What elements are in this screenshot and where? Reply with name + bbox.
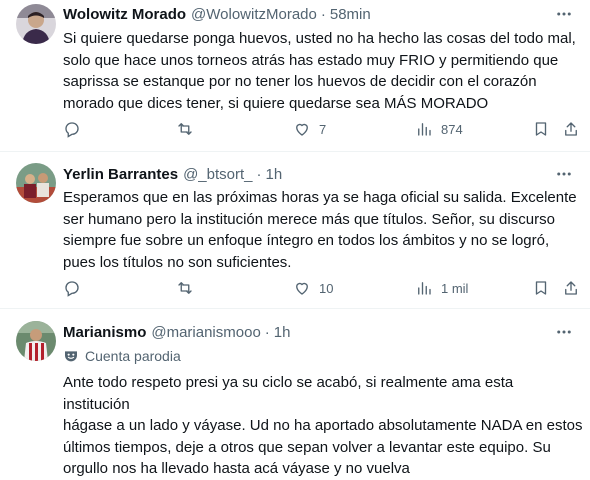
like-count: 10 <box>319 280 334 296</box>
timestamp[interactable]: 58min <box>330 6 371 23</box>
parody-mask-icon <box>65 351 77 362</box>
more-icon[interactable] <box>554 164 574 184</box>
timestamp[interactable]: 1h <box>266 166 283 183</box>
reply-icon <box>65 122 79 138</box>
parody-label: Cuenta parodia <box>85 348 181 364</box>
tweet-text: Ante todo respeto presi ya su ciclo se a… <box>63 374 583 477</box>
tweet-1[interactable]: Wolowitz Morado @WolowitzMorado · 58min … <box>0 0 590 152</box>
like-button[interactable]: 10 <box>293 278 333 298</box>
action-bar: 7 874 <box>63 119 582 139</box>
bookmark-icon <box>535 281 547 295</box>
views-icon <box>418 123 431 136</box>
avatar[interactable] <box>16 321 56 361</box>
display-name[interactable]: Marianismo <box>63 324 146 341</box>
action-bar: 10 1 mil <box>63 278 582 298</box>
share-button[interactable] <box>562 119 580 139</box>
share-button[interactable] <box>562 278 580 298</box>
tweet-3[interactable]: Marianismo @marianismooo · 1h Cuenta par… <box>0 309 590 477</box>
more-icon[interactable] <box>554 4 574 24</box>
user-handle[interactable]: @_btsort_ <box>183 166 252 183</box>
tweet-text: Esperamos que en las próximas horas ya s… <box>63 189 577 271</box>
tweet-header: Marianismo @marianismooo · 1h <box>63 322 582 342</box>
avatar[interactable] <box>16 163 56 203</box>
retweet-icon <box>178 123 192 135</box>
view-count: 874 <box>441 121 463 137</box>
share-icon <box>565 281 577 295</box>
display-name[interactable]: Wolowitz Morado <box>63 6 186 23</box>
tweet-2[interactable]: Yerlin Barrantes @_btsort_ · 1h Esperamo… <box>0 152 590 309</box>
tweet-header: Yerlin Barrantes @_btsort_ · 1h <box>63 164 582 184</box>
views-button[interactable]: 1 mil <box>415 278 468 298</box>
view-count: 1 mil <box>441 280 469 296</box>
retweet-button[interactable] <box>176 119 194 139</box>
share-icon <box>565 122 577 136</box>
bookmark-button[interactable] <box>532 119 550 139</box>
views-icon <box>418 282 431 295</box>
retweet-icon <box>178 282 192 294</box>
separator-dot: · <box>320 5 326 23</box>
reply-button[interactable] <box>63 119 81 139</box>
avatar[interactable] <box>16 4 56 44</box>
bookmark-button[interactable] <box>532 278 550 298</box>
reply-button[interactable] <box>63 278 81 298</box>
separator-dot: · <box>264 323 270 341</box>
parody-badge: Cuenta parodia <box>63 346 181 366</box>
bookmark-icon <box>535 122 547 136</box>
tweet-text: Si quiere quedarse ponga huevos, usted n… <box>63 30 576 112</box>
timestamp[interactable]: 1h <box>274 324 291 341</box>
retweet-button[interactable] <box>176 278 194 298</box>
display-name[interactable]: Yerlin Barrantes <box>63 166 178 183</box>
user-handle[interactable]: @marianismooo <box>151 324 260 341</box>
user-handle[interactable]: @WolowitzMorado <box>191 6 317 23</box>
like-button[interactable]: 7 <box>293 119 326 139</box>
heart-icon <box>296 282 308 295</box>
views-button[interactable]: 874 <box>415 119 463 139</box>
tweet-header: Wolowitz Morado @WolowitzMorado · 58min <box>63 4 582 24</box>
like-count: 7 <box>319 121 327 137</box>
separator-dot: · <box>256 165 262 183</box>
heart-icon <box>296 123 308 136</box>
reply-icon <box>65 281 79 297</box>
more-icon[interactable] <box>554 322 574 342</box>
